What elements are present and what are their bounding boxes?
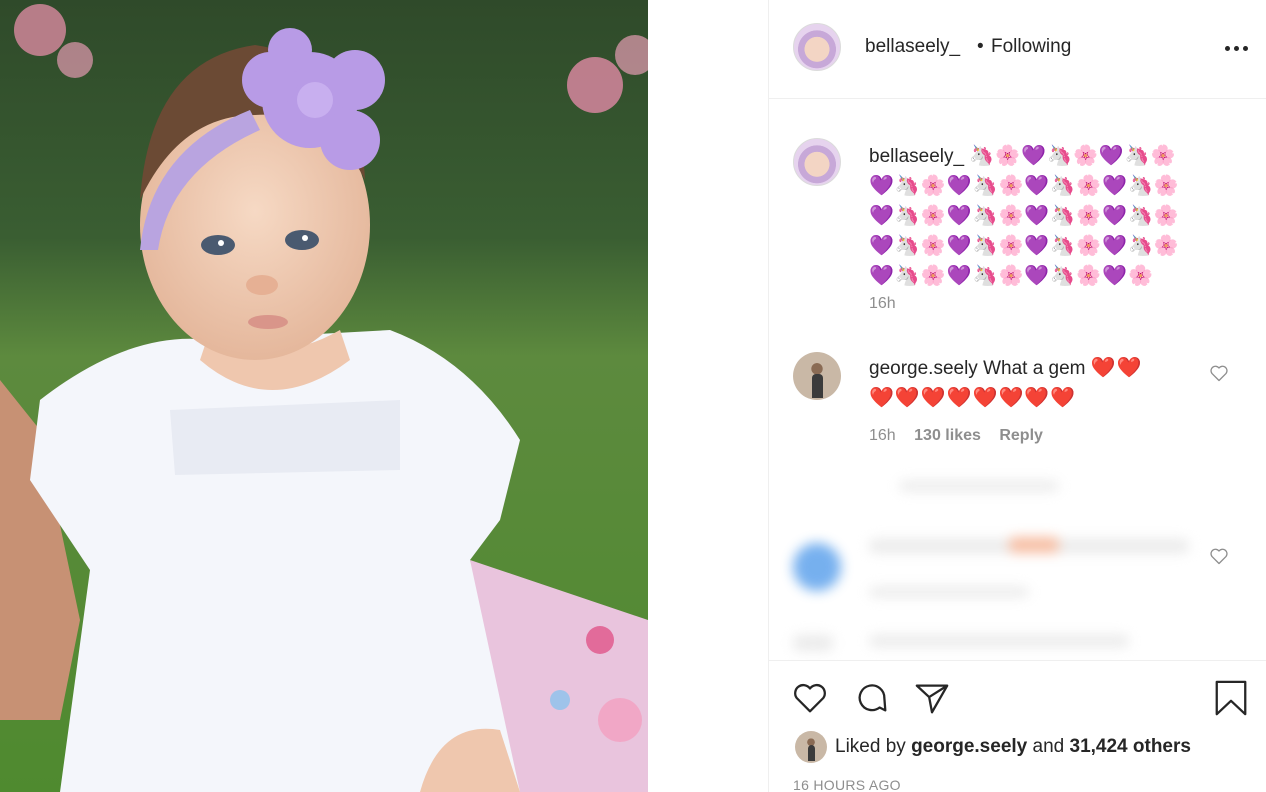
blurred-comment-line-2	[869, 635, 1129, 647]
comment-timestamp[interactable]: 16h	[869, 427, 896, 444]
blurred-avatar-2	[793, 635, 833, 651]
blurred-like-heart-icon[interactable]	[1209, 546, 1229, 566]
caption-emoji-line-2: 💜🦄🌸💜🦄🌸💜🦄🌸💜🦄🌸	[869, 173, 1180, 197]
comment-text: george.seely What a gem ❤️❤️ ❤️❤️❤️❤️❤️❤…	[869, 353, 1179, 413]
comment-emoji-line-2: ❤️❤️❤️❤️❤️❤️❤️❤️	[869, 385, 1077, 409]
caption-text: bellaseely_ 🦄🌸💜🦄🌸💜🦄🌸 💜🦄🌸💜🦄🌸💜🦄🌸💜🦄🌸 💜🦄🌸💜🦄🌸…	[869, 141, 1209, 291]
comment-like-heart-icon[interactable]	[1209, 363, 1229, 383]
comments-section[interactable]: bellaseely_ 🦄🌸💜🦄🌸💜🦄🌸 💜🦄🌸💜🦄🌸💜🦄🌸💜🦄🌸 💜🦄🌸💜🦄🌸…	[769, 100, 1266, 660]
baby-photo-illustration	[0, 0, 648, 792]
liker-username[interactable]: george.seely	[911, 736, 1027, 757]
caption-emoji-line-5: 💜🦄🌸💜🦄🌸💜🦄🌸💜🌸	[869, 263, 1154, 287]
blurred-meta-line	[869, 587, 1029, 597]
blurred-view-replies	[899, 481, 1059, 491]
likes-others-count[interactable]: 31,424 others	[1070, 736, 1191, 757]
comment-bubble-icon[interactable]	[853, 679, 891, 717]
caption-emoji-line-4: 💜🦄🌸💜🦄🌸💜🦄🌸💜🦄🌸	[869, 233, 1180, 257]
more-dots-icon[interactable]	[1225, 46, 1249, 52]
commenter-avatar[interactable]	[793, 352, 841, 400]
post-header: bellaseely_ • Following	[769, 0, 1266, 99]
following-button[interactable]: Following	[991, 36, 1071, 58]
likes-joiner: and	[1032, 736, 1065, 757]
comment-meta: 16h 130 likes Reply	[869, 427, 1057, 445]
likes-prefix: Liked by	[835, 736, 906, 757]
caption-emoji-line-3: 💜🦄🌸💜🦄🌸💜🦄🌸💜🦄🌸	[869, 203, 1180, 227]
post-actions: Liked by george.seely and 31,424 others …	[769, 660, 1266, 792]
post-photo[interactable]	[0, 0, 648, 792]
bookmark-icon[interactable]	[1212, 679, 1250, 717]
panel-gap	[648, 0, 768, 792]
header-separator: •	[977, 36, 984, 57]
comment-body: What a gem	[983, 358, 1086, 379]
caption-emoji-line-1: 🦄🌸💜🦄🌸💜🦄🌸	[969, 143, 1177, 167]
caption-avatar[interactable]	[793, 138, 841, 186]
commenter-username[interactable]: george.seely	[869, 358, 978, 379]
post-side-panel: bellaseely_ • Following bellaseely_ 🦄🌸💜🦄…	[768, 0, 1266, 792]
posted-ago[interactable]: 16 HOURS AGO	[793, 777, 901, 792]
blurred-comments	[769, 475, 1266, 660]
caption-timestamp[interactable]: 16h	[869, 295, 896, 313]
heart-icon[interactable]	[791, 679, 829, 717]
paper-plane-icon[interactable]	[913, 679, 951, 717]
author-username[interactable]: bellaseely_	[865, 36, 960, 58]
instagram-post: bellaseely_ • Following bellaseely_ 🦄🌸💜🦄…	[0, 0, 1266, 792]
reply-button[interactable]: Reply	[999, 427, 1043, 444]
comment-likes[interactable]: 130 likes	[914, 427, 981, 444]
caption-username[interactable]: bellaseely_	[869, 146, 964, 167]
likes-text: Liked by george.seely and 31,424 others	[835, 736, 1191, 758]
blurred-avatar	[793, 543, 841, 591]
blurred-emoji	[1009, 537, 1059, 553]
liker-avatar[interactable]	[795, 731, 827, 763]
author-avatar[interactable]	[793, 23, 841, 71]
comment-emoji-inline: ❤️❤️	[1090, 355, 1143, 379]
